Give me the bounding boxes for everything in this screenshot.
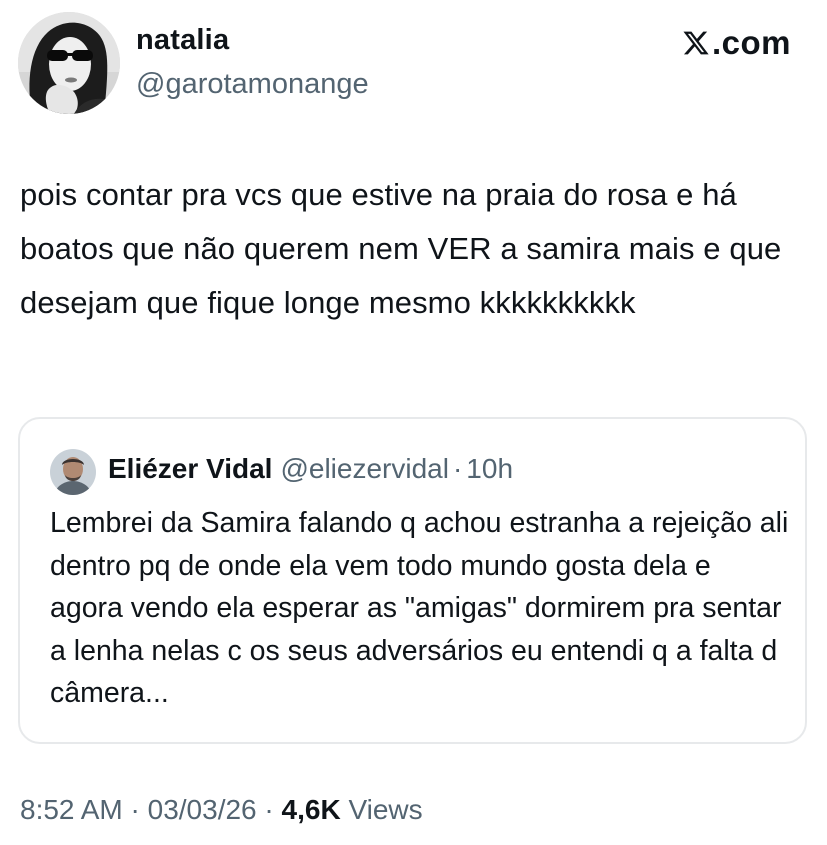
quoted-tweet[interactable]: Eliézer Vidal @eliezervidal · 10h Lembrei d… — [18, 417, 807, 744]
author-avatar[interactable] — [18, 12, 120, 114]
views-count[interactable]: 4,6K — [282, 794, 341, 825]
brand-label: .com — [711, 24, 791, 61]
meta-separator: · — [264, 794, 274, 825]
quoted-separator: · — [452, 453, 463, 484]
tweet-meta: 8:52 AM · 03/03/26 · 4,6K Views — [20, 794, 423, 826]
tweet-text: pois contar pra vcs que estive na praia … — [20, 177, 782, 320]
quoted-tweet-header: Eliézer Vidal @eliezervidal · 10h — [108, 453, 513, 485]
tweet-date[interactable]: 03/03/26 — [148, 794, 257, 825]
brand-logo: .com — [682, 24, 791, 62]
quoted-timestamp[interactable]: 10h — [466, 453, 513, 484]
quoted-tweet-text: Lembrei da Samira falando q achou estran… — [50, 507, 789, 709]
tweet-card: natalia @garotamonange .com pois contar … — [0, 0, 827, 845]
views-label: Views — [348, 794, 423, 825]
x-logo-icon — [683, 31, 709, 55]
quoted-author-handle[interactable]: @eliezervidal — [280, 453, 449, 484]
author-handle[interactable]: @garotamonange — [136, 68, 369, 101]
meta-separator: · — [130, 794, 140, 825]
quoted-author-avatar — [50, 449, 96, 495]
tweet-time[interactable]: 8:52 AM — [20, 794, 123, 825]
quoted-author-name[interactable]: Eliézer Vidal — [108, 453, 272, 484]
author-name[interactable]: natalia — [136, 24, 229, 57]
